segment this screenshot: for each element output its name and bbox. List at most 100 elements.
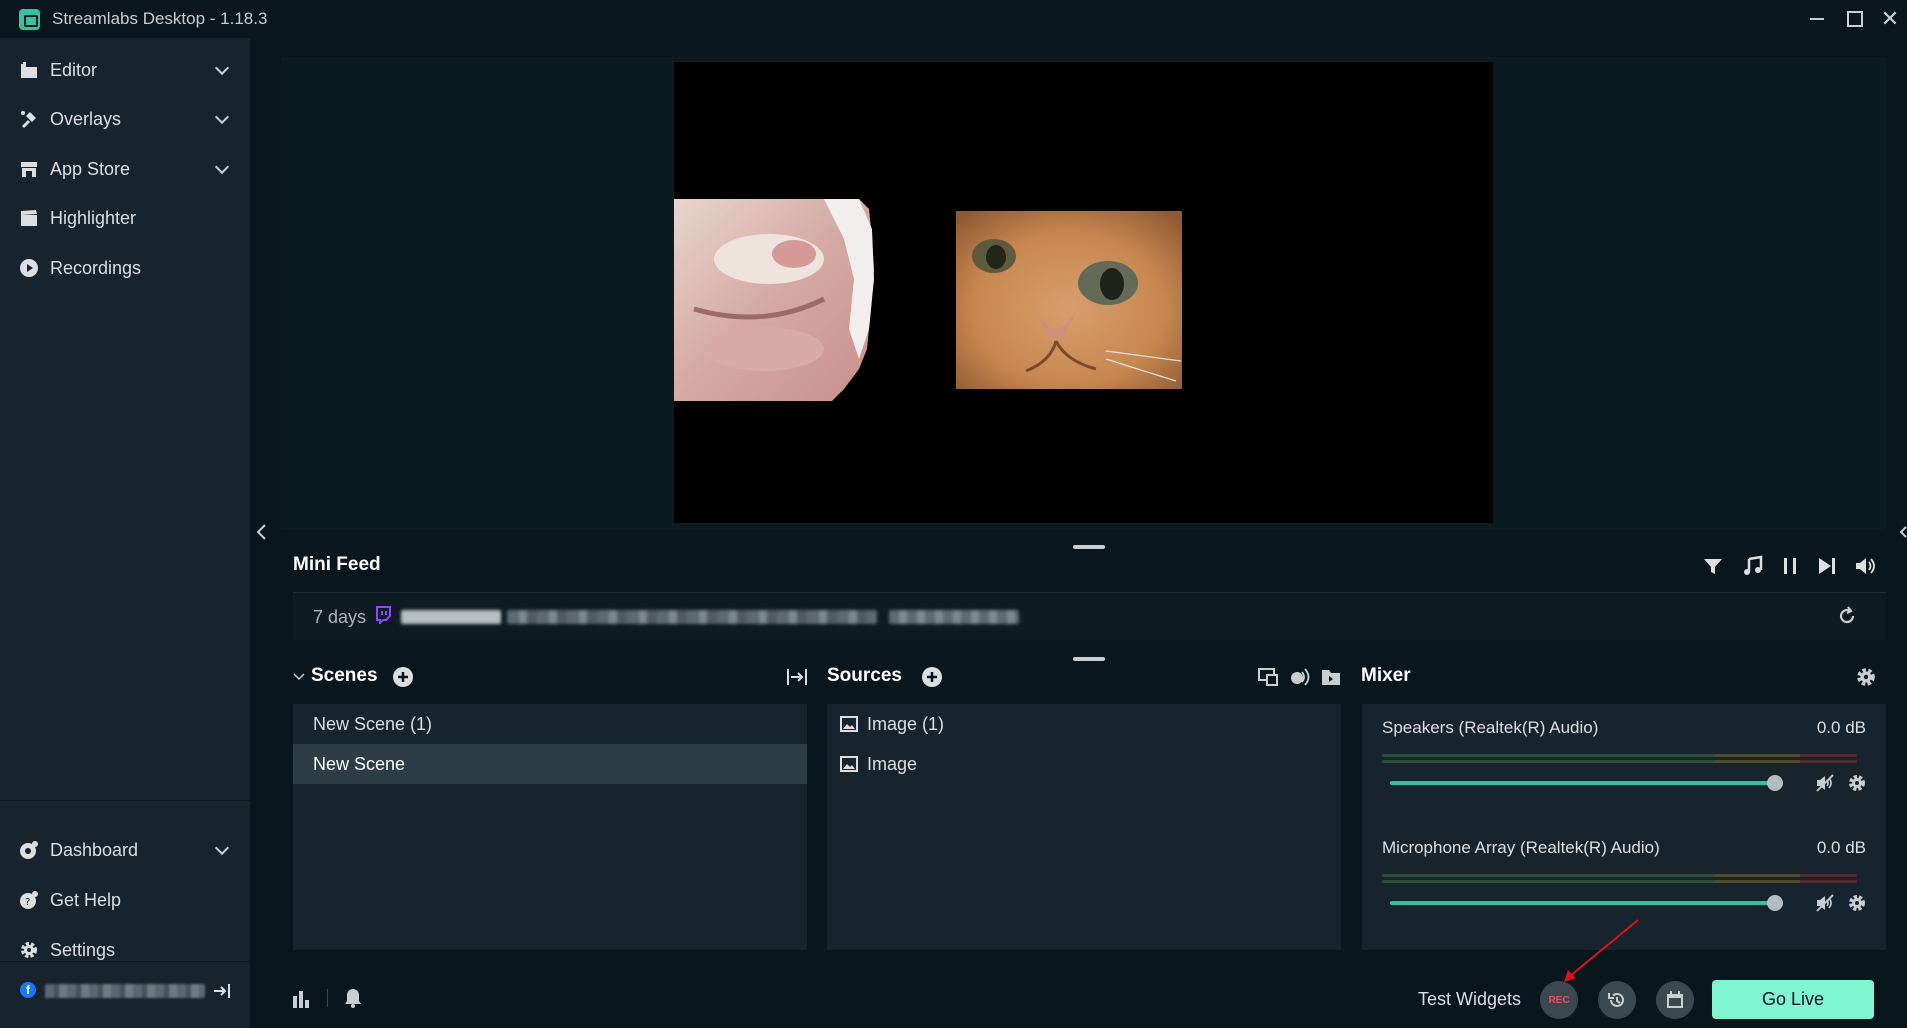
sidebar-item-label: Settings: [50, 939, 116, 960]
facebook-icon: f: [20, 982, 36, 998]
sidebar: Editor Overlays App Store Highlighter Re…: [0, 38, 251, 1028]
mixer-track-name: Microphone Array (Realtek(R) Audio): [1382, 838, 1660, 857]
stats-icon[interactable]: [291, 988, 313, 1010]
resize-handle[interactable]: [1073, 545, 1105, 549]
filter-icon[interactable]: [1702, 555, 1724, 577]
gear-icon: [21, 942, 37, 958]
sidebar-item-label: Highlighter: [50, 207, 137, 228]
mixer-track-db: 0.0 dB: [1816, 718, 1866, 737]
close-button[interactable]: ✕: [1877, 6, 1903, 32]
chevron-down-icon[interactable]: [293, 672, 305, 682]
music-icon[interactable]: [1741, 555, 1763, 577]
scenes-list: New Scene (1) New Scene: [293, 704, 807, 950]
gear-icon[interactable]: [1847, 773, 1867, 793]
capture-source-icon[interactable]: [1257, 666, 1279, 688]
volume-slider-thumb[interactable]: [1767, 775, 1783, 791]
mixer-track-name: Speakers (Realtek(R) Audio): [1382, 718, 1599, 737]
volume-slider[interactable]: [1390, 781, 1775, 785]
calendar-icon: [1667, 991, 1683, 1008]
audio-level-meter: [1382, 874, 1857, 877]
chevron-down-icon: [214, 60, 230, 75]
scene-item-label: New Scene (1): [313, 713, 433, 734]
sidebar-item-get-help[interactable]: ? Get Help: [0, 878, 251, 922]
record-button[interactable]: REC: [1540, 981, 1578, 1019]
sidebar-item-editor[interactable]: Editor: [0, 48, 251, 92]
source-item[interactable]: Image (1): [827, 704, 1341, 744]
image-icon: [840, 756, 858, 772]
sidebar-item-label: Get Help: [50, 889, 122, 910]
chevron-down-icon: [214, 159, 230, 174]
collapse-sidebar-icon[interactable]: [255, 523, 269, 541]
feed-event-time: 7 days: [313, 607, 367, 627]
sidebar-item-dashboard[interactable]: Dashboard: [0, 828, 251, 872]
account-name-redacted[interactable]: [45, 984, 205, 998]
sidebar-item-highlighter[interactable]: Highlighter: [0, 196, 251, 240]
sidebar-item-label: Recordings: [50, 257, 142, 278]
editor-icon: [21, 62, 37, 78]
volume-slider-thumb[interactable]: [1767, 895, 1783, 911]
scenes-title: Scenes: [311, 665, 378, 686]
sidebar-item-overlays[interactable]: Overlays: [0, 97, 251, 141]
bell-icon[interactable]: [342, 987, 364, 1009]
image-icon: [840, 716, 858, 732]
refresh-icon[interactable]: [1836, 605, 1858, 627]
sidebar-item-label: Editor: [50, 59, 98, 80]
gear-icon[interactable]: [1847, 893, 1867, 913]
scene-transitions-icon[interactable]: [786, 666, 808, 688]
streamlabs-window: Streamlabs Desktop - 1.18.3 ✕ Editor Ove…: [0, 0, 1907, 1028]
schedule-button[interactable]: [1656, 981, 1694, 1019]
add-scene-icon[interactable]: [392, 666, 414, 688]
replay-icon: [1608, 992, 1624, 1007]
skip-icon[interactable]: [1816, 555, 1838, 577]
volume-slider[interactable]: [1390, 901, 1775, 905]
sidebar-item-app-store[interactable]: App Store: [0, 147, 251, 191]
twitch-icon: [376, 606, 391, 624]
gear-icon[interactable]: [1855, 666, 1877, 688]
highlighter-icon: [21, 210, 37, 226]
sidebar-item-recordings[interactable]: Recordings: [0, 246, 251, 290]
mixer-track-db: 0.0 dB: [1816, 838, 1866, 857]
audio-source-icon[interactable]: [1288, 666, 1310, 688]
source-item[interactable]: Image: [827, 744, 1341, 784]
test-widgets-button[interactable]: Test Widgets: [1418, 989, 1521, 1010]
add-source-icon[interactable]: [921, 666, 943, 688]
go-live-button[interactable]: Go Live: [1712, 980, 1874, 1019]
maximize-button[interactable]: [1841, 6, 1867, 32]
play-circle-icon: [20, 259, 38, 277]
minimize-button[interactable]: [1804, 6, 1830, 32]
chevron-down-icon: [214, 840, 230, 855]
resize-handle[interactable]: [1073, 657, 1105, 661]
scene-item-selected[interactable]: New Scene: [293, 744, 807, 784]
replay-buffer-button[interactable]: [1598, 981, 1636, 1019]
scene-item-label: New Scene: [313, 753, 406, 774]
store-icon: [21, 162, 37, 177]
feed-event-username-redacted: [401, 610, 501, 624]
sidebar-item-label: App Store: [50, 158, 131, 179]
sources-title: Sources: [827, 665, 902, 686]
sidebar-divider: [0, 961, 251, 962]
expand-right-panel-icon[interactable]: [1899, 523, 1907, 541]
mute-icon[interactable]: [1815, 773, 1835, 793]
sidebar-item-settings[interactable]: Settings: [0, 928, 251, 972]
dashboard-icon: [20, 841, 38, 859]
logout-icon[interactable]: [212, 981, 232, 1001]
mini-feed-event: 7 days: [293, 592, 1886, 640]
audio-level-meter: [1382, 754, 1857, 757]
svg-text:?: ?: [25, 897, 30, 908]
source-item-label: Image: [867, 753, 918, 774]
mixer-panel: Speakers (Realtek(R) Audio) 0.0 dB Micro…: [1362, 704, 1886, 950]
preview-image-source-1[interactable]: [674, 199, 874, 401]
folder-icon[interactable]: [1320, 666, 1342, 688]
sidebar-divider: [0, 800, 251, 801]
audio-level-meter: [1382, 880, 1857, 883]
scene-item[interactable]: New Scene (1): [293, 704, 807, 744]
overlays-icon: [21, 111, 36, 128]
volume-icon[interactable]: [1854, 555, 1876, 577]
title-bar: Streamlabs Desktop - 1.18.3 ✕: [0, 0, 1907, 38]
chevron-down-icon: [214, 109, 230, 124]
mixer-title: Mixer: [1361, 665, 1411, 686]
audio-level-meter: [1382, 760, 1857, 763]
preview-image-source-2[interactable]: [956, 211, 1182, 389]
pause-icon[interactable]: [1779, 555, 1801, 577]
mute-icon[interactable]: [1815, 893, 1835, 913]
